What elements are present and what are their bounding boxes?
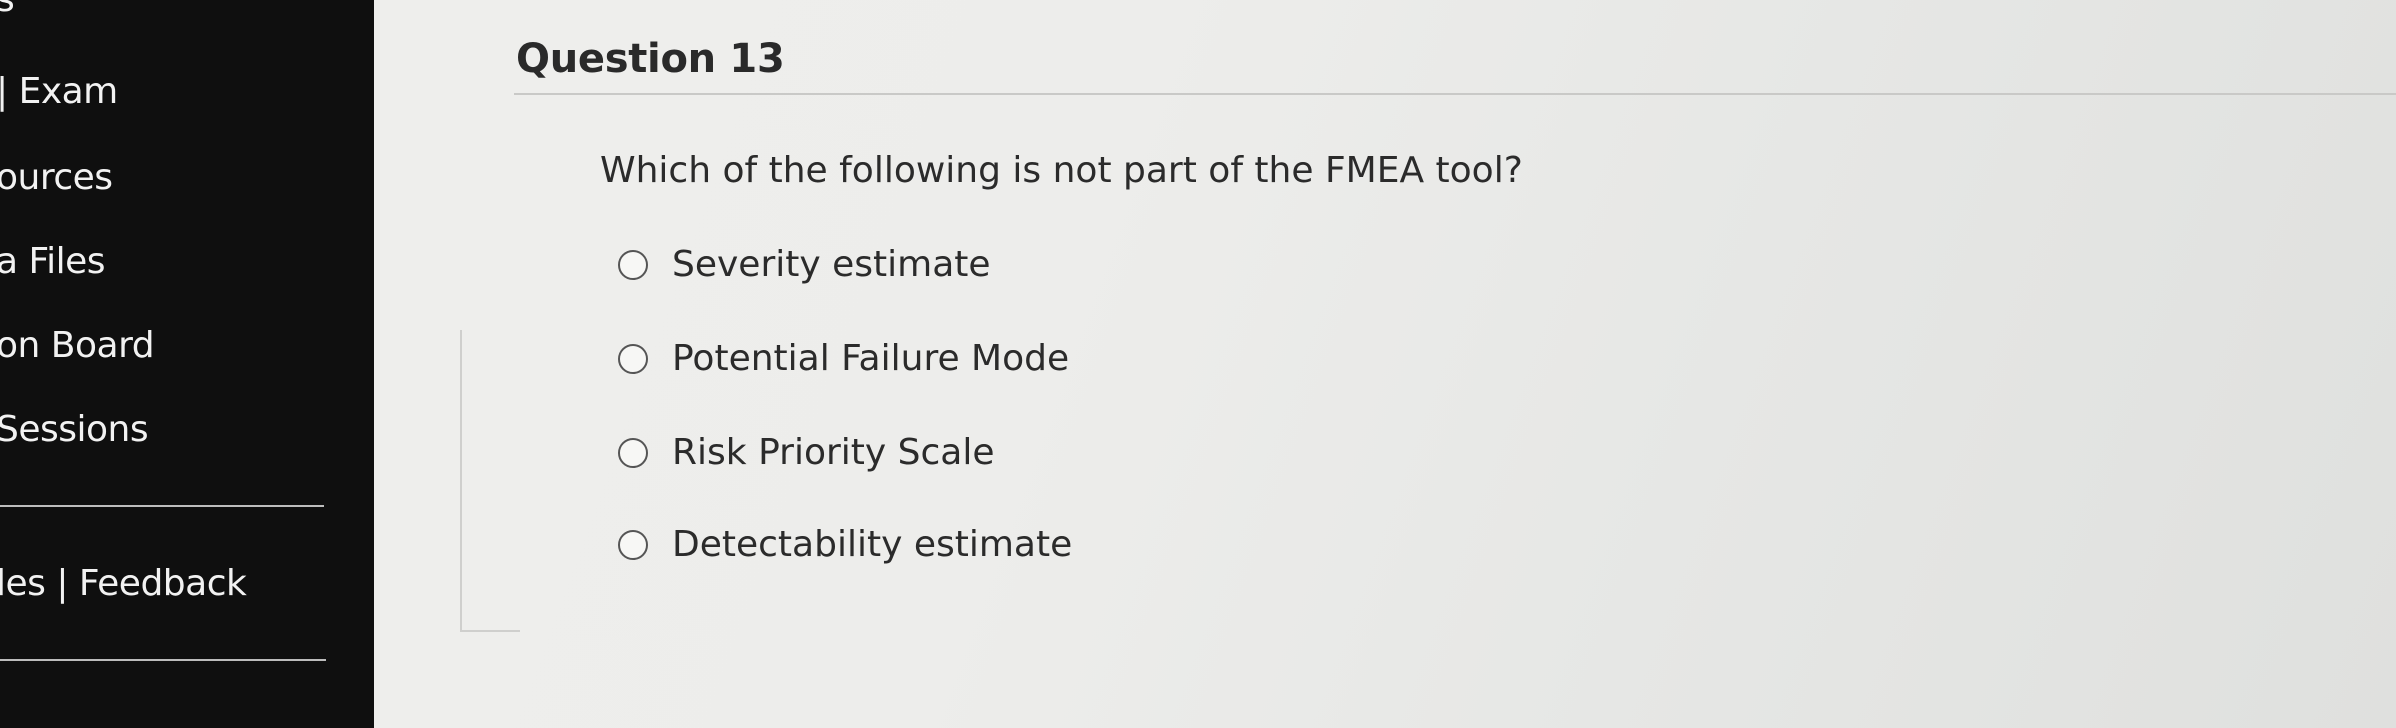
sidebar-item-media-files[interactable]: a Files (0, 240, 106, 284)
answer-option-label[interactable]: Potential Failure Mode (672, 338, 1069, 379)
question-panel: Question 13 Which of the following is no… (374, 0, 2396, 728)
answer-option[interactable]: Potential Failure Mode (618, 338, 1069, 379)
answer-option[interactable]: Severity estimate (618, 244, 991, 285)
radio-button[interactable] (618, 343, 648, 374)
sidebar-item-discussion-board[interactable]: on Board (0, 324, 155, 368)
sidebar-item-exam[interactable]: | Exam (0, 70, 118, 114)
sidebar-item-sessions[interactable]: Sessions (0, 408, 149, 452)
question-title: Question 13 (516, 36, 785, 82)
title-divider (514, 93, 2396, 95)
radio-button[interactable] (618, 437, 648, 468)
sidebar-item-grades-feedback[interactable]: les | Feedback (0, 562, 247, 606)
radio-button[interactable] (618, 529, 648, 560)
card-border-left (460, 330, 462, 632)
course-sidebar: s | Exam ources a Files on Board Session… (0, 0, 374, 728)
sidebar-divider (0, 659, 326, 661)
question-prompt: Which of the following is not part of th… (600, 150, 1523, 191)
answer-option-label[interactable]: Severity estimate (672, 244, 991, 285)
answer-option[interactable]: Risk Priority Scale (618, 432, 995, 473)
answer-option[interactable]: Detectability estimate (618, 524, 1072, 565)
answer-option-label[interactable]: Risk Priority Scale (672, 432, 995, 473)
sidebar-item-partial-top[interactable]: s (0, 0, 15, 22)
radio-button[interactable] (618, 249, 648, 280)
sidebar-divider (0, 505, 324, 507)
answer-option-label[interactable]: Detectability estimate (672, 524, 1072, 565)
sidebar-item-resources[interactable]: ources (0, 156, 113, 200)
card-border-bottom (460, 630, 520, 632)
